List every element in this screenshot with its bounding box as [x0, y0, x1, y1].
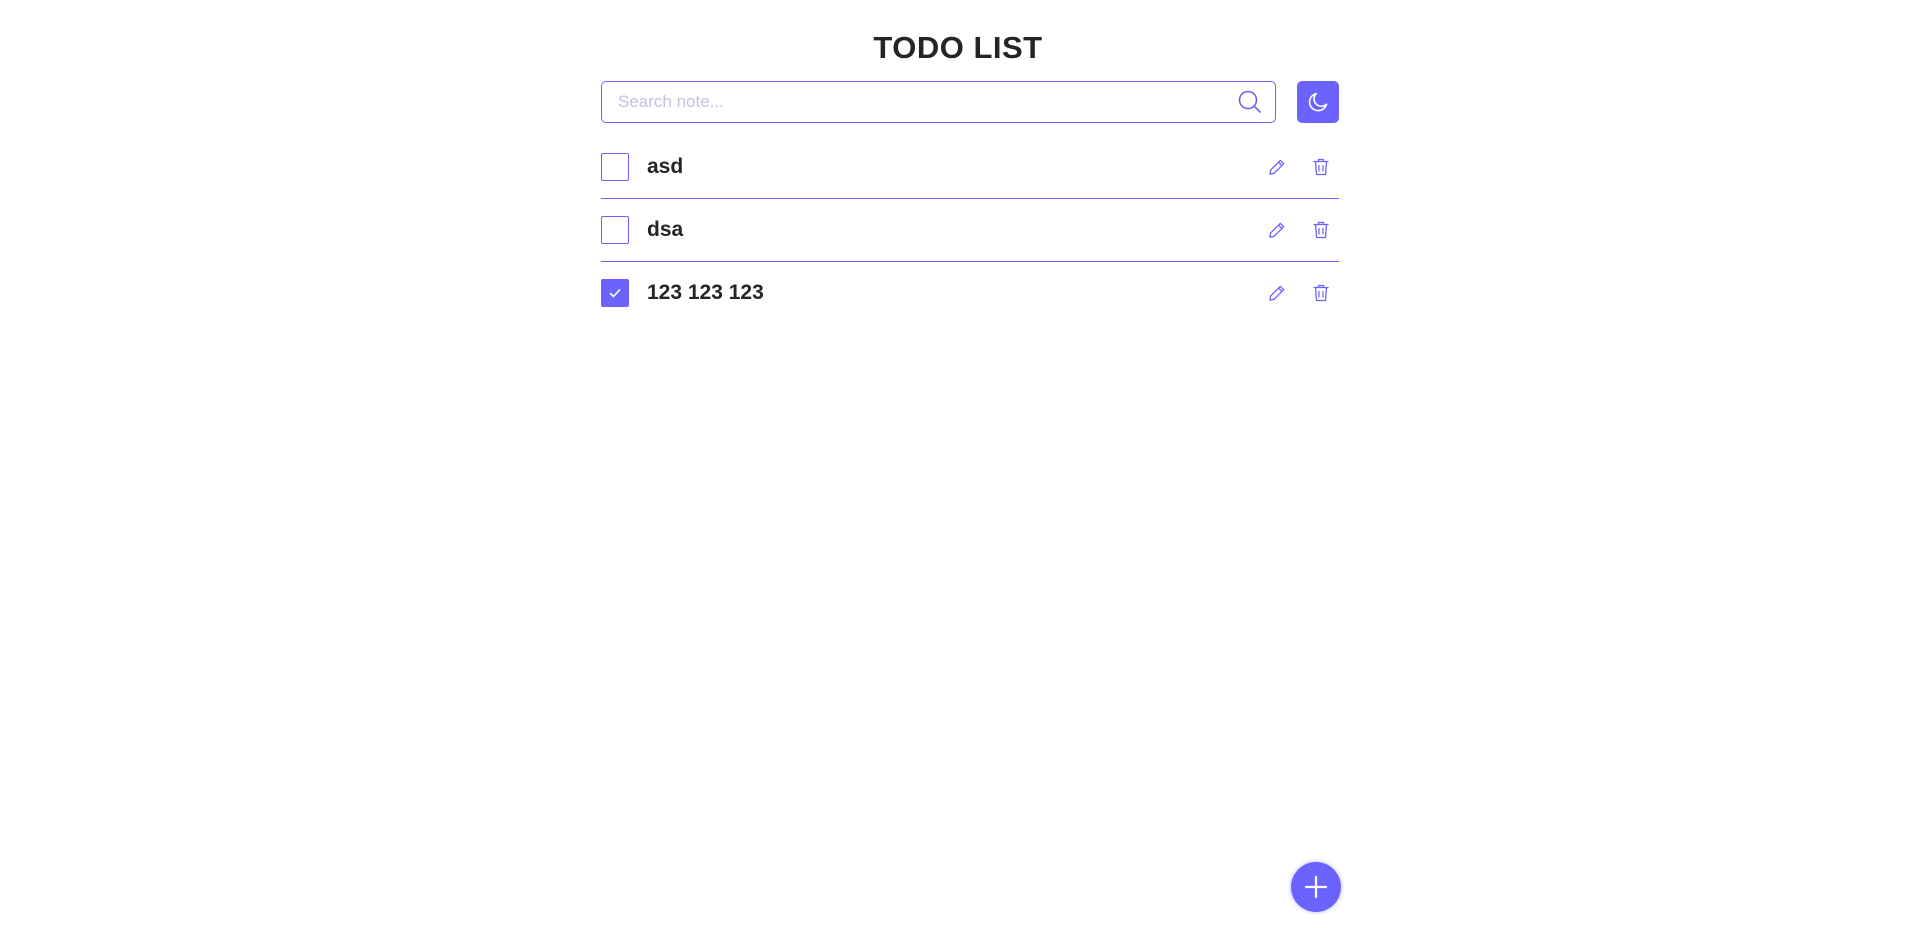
todo-checkbox[interactable] [601, 279, 629, 307]
theme-toggle-button[interactable] [1297, 81, 1339, 123]
todo-text: dsa [647, 218, 684, 241]
todo-text: 123 123 123 [647, 281, 764, 304]
plus-icon [1303, 874, 1329, 900]
trash-icon[interactable] [1309, 281, 1333, 305]
todo-item: dsa [601, 199, 1339, 262]
pencil-icon[interactable] [1265, 218, 1289, 242]
pencil-icon[interactable] [1265, 281, 1289, 305]
moon-icon [1306, 90, 1330, 114]
search-icon[interactable] [1237, 89, 1263, 115]
page-title: TODO LIST [873, 30, 1043, 65]
add-todo-button[interactable] [1291, 862, 1341, 912]
todo-actions [1265, 155, 1333, 179]
trash-icon[interactable] [1309, 155, 1333, 179]
trash-icon[interactable] [1309, 218, 1333, 242]
todo-actions [1265, 281, 1333, 305]
todo-checkbox[interactable] [601, 216, 629, 244]
pencil-icon[interactable] [1265, 155, 1289, 179]
todo-list: asd dsa 123 123 123 [601, 136, 1339, 324]
search-box [601, 81, 1276, 123]
todo-checkbox[interactable] [601, 153, 629, 181]
todo-actions [1265, 218, 1333, 242]
todo-app: TODO LIST asd [0, 0, 1916, 928]
todo-item: 123 123 123 [601, 262, 1339, 324]
checkmark-icon [608, 286, 622, 300]
todo-item: asd [601, 136, 1339, 199]
search-input[interactable] [602, 82, 1237, 122]
todo-text: asd [647, 155, 684, 178]
